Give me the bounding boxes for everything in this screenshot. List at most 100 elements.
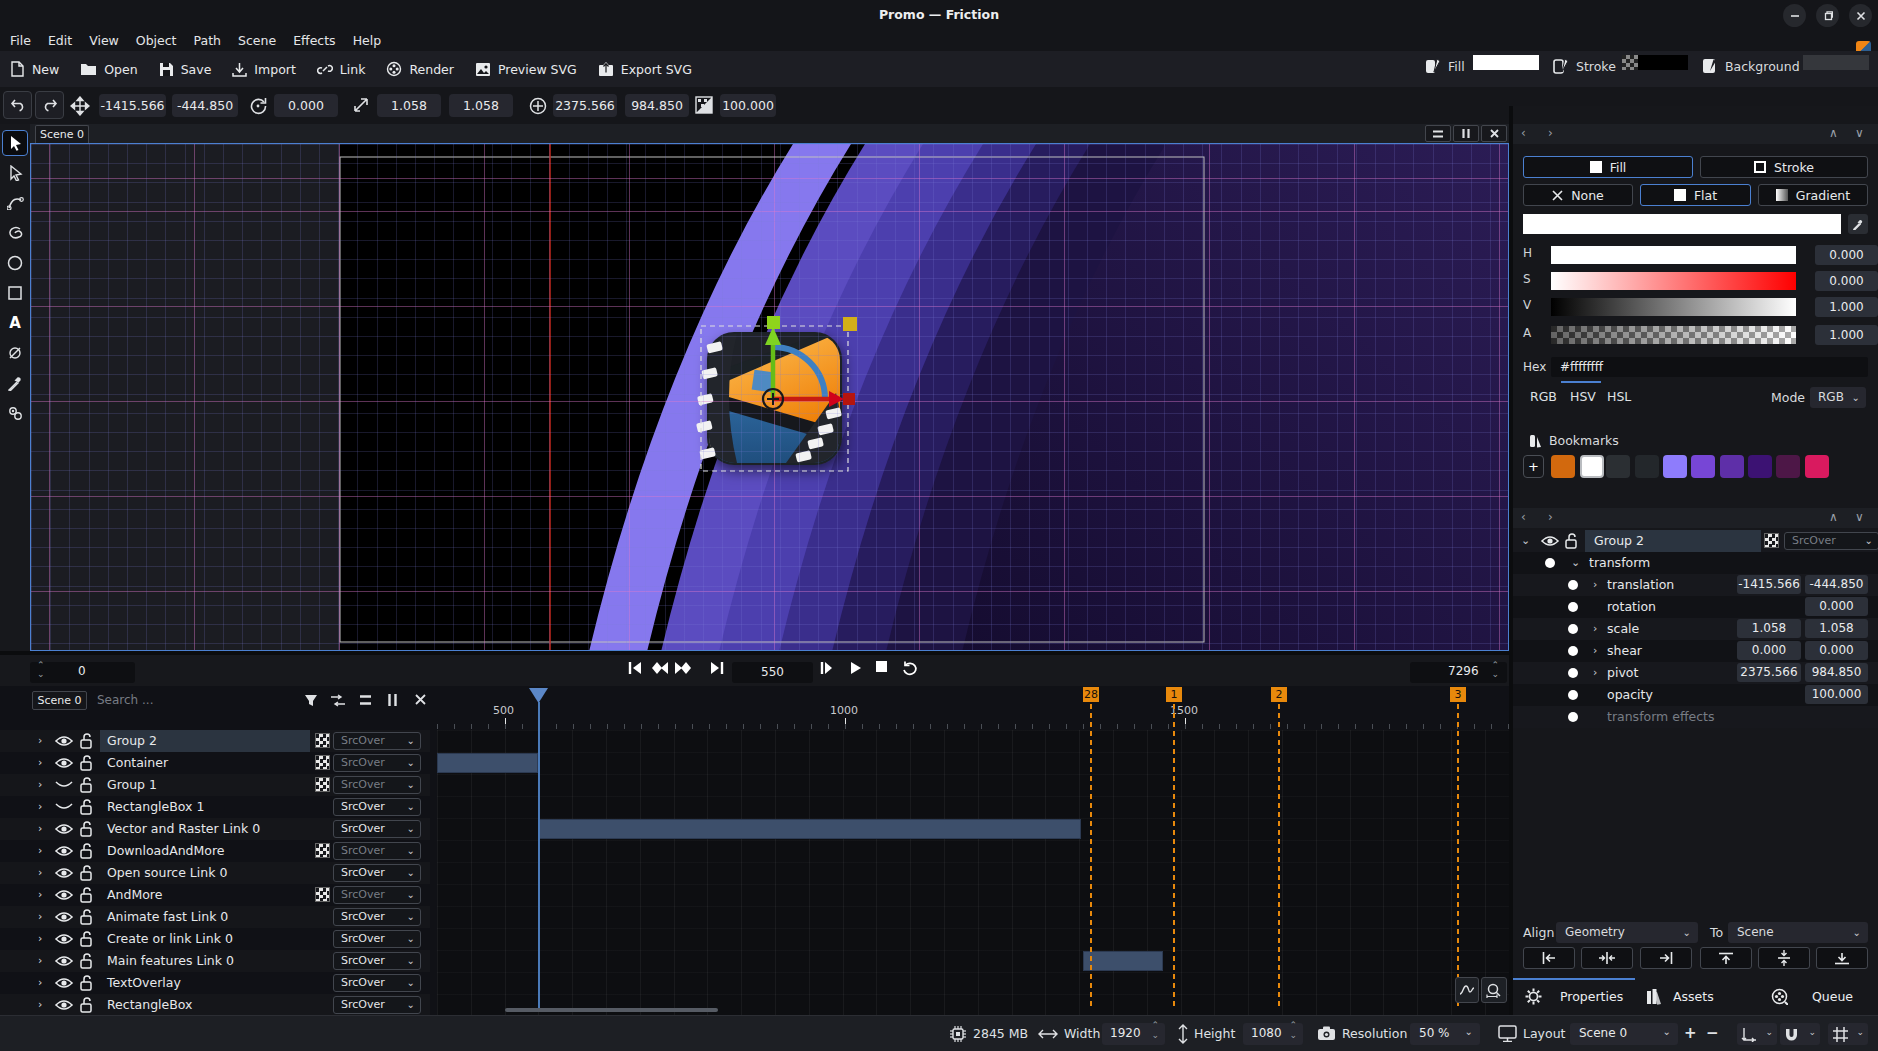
eye-open-icon[interactable]: [55, 756, 73, 770]
link-button[interactable]: Link: [317, 62, 366, 77]
fill-tab[interactable]: Fill: [1523, 156, 1693, 178]
fill-color-swatch[interactable]: [1473, 55, 1539, 70]
canvas-detach-button[interactable]: [1453, 125, 1479, 142]
timeline-search-input[interactable]: Search ...: [97, 693, 153, 707]
unlock-icon[interactable]: [80, 931, 93, 947]
dock-separator-vertical[interactable]: [1509, 106, 1513, 1015]
panel-back-icon[interactable]: ‹: [1521, 126, 1526, 140]
eye-open-icon[interactable]: [55, 866, 73, 880]
lasso-tool[interactable]: [2, 220, 28, 246]
expand-icon[interactable]: ›: [38, 778, 42, 791]
unlock-icon[interactable]: [80, 755, 93, 771]
tab-queue[interactable]: Queue: [1812, 989, 1853, 1004]
align-top-button[interactable]: [1700, 947, 1752, 969]
background-indicator[interactable]: Background: [1702, 58, 1800, 74]
unlock-icon[interactable]: [80, 843, 93, 859]
stop-button[interactable]: [876, 661, 887, 672]
align-vcenter-button[interactable]: [1758, 947, 1810, 969]
blend-dropdown[interactable]: SrcOver⌄: [333, 754, 421, 772]
expand-chevron-icon[interactable]: ⌄: [1521, 534, 1530, 547]
bookmark-color[interactable]: [1663, 455, 1687, 478]
eye-open-icon[interactable]: [55, 998, 73, 1012]
expand-icon[interactable]: ›: [38, 756, 42, 769]
unlock-icon[interactable]: [80, 865, 93, 881]
layer-row[interactable]: › Vector and Raster Link 0 SrcOver⌄: [0, 818, 430, 840]
bookmark-color[interactable]: [1805, 455, 1829, 478]
maximize-button[interactable]: [1816, 4, 1839, 27]
path-tool[interactable]: [2, 190, 28, 216]
playhead-handle[interactable]: [529, 688, 548, 703]
timeline-bar-main-features[interactable]: [1083, 951, 1163, 971]
tree-forward-icon[interactable]: ›: [1548, 510, 1553, 524]
current-frame-field[interactable]: 550: [732, 662, 813, 683]
bookmark-color[interactable]: [1720, 455, 1744, 478]
mode-hsl-tab[interactable]: HSL: [1607, 389, 1631, 404]
canvas-viewport[interactable]: [30, 143, 1509, 651]
timeline-marker[interactable]: 3: [1450, 687, 1466, 702]
value-slider[interactable]: [1551, 298, 1796, 316]
timeline-marker[interactable]: 28: [1083, 687, 1099, 702]
translate-x-field[interactable]: -1415.566: [99, 94, 166, 117]
eye-open-icon[interactable]: [55, 822, 73, 836]
menu-effects[interactable]: Effects: [293, 33, 336, 48]
layer-row[interactable]: › Open source Link 0 SrcOver⌄: [0, 862, 430, 884]
shear-y-value[interactable]: 0.000: [1805, 641, 1868, 660]
skip-to-start-button[interactable]: [628, 661, 642, 675]
blend-dropdown[interactable]: SrcOver⌄: [333, 732, 421, 750]
layer-row[interactable]: › Container SrcOver⌄: [0, 752, 430, 774]
save-button[interactable]: Save: [159, 62, 212, 77]
paint-gradient-button[interactable]: Gradient: [1758, 184, 1868, 206]
menu-object[interactable]: Object: [136, 33, 177, 48]
object-name-box[interactable]: Group 2: [1585, 530, 1761, 552]
saturation-value[interactable]: 0.000: [1815, 271, 1878, 291]
step-forward-button[interactable]: [820, 661, 833, 675]
eye-closed-icon[interactable]: [55, 803, 73, 812]
background-color-swatch[interactable]: [1803, 55, 1869, 70]
scale-x-field[interactable]: 1.058: [377, 94, 441, 117]
layer-row[interactable]: › Main features Link 0 SrcOver⌄: [0, 950, 430, 972]
bookmark-color[interactable]: [1580, 455, 1604, 478]
picker-tool[interactable]: [2, 370, 28, 396]
play-button[interactable]: [850, 661, 862, 675]
eye-open-icon[interactable]: [55, 910, 73, 924]
max-frame-spinner[interactable]: 7296 ⌃ ⌄: [1410, 662, 1507, 683]
align-dropdown[interactable]: Geometry⌄: [1556, 922, 1698, 943]
align-left-button[interactable]: [1523, 947, 1575, 969]
canvas-menu-button[interactable]: [1425, 125, 1451, 142]
hue-value[interactable]: 0.000: [1815, 245, 1878, 265]
select-tool[interactable]: [2, 130, 28, 156]
new-button[interactable]: New: [10, 61, 59, 77]
translation-y-value[interactable]: -444.850: [1805, 575, 1868, 594]
snap-button[interactable]: ⌄: [1780, 1023, 1820, 1045]
dock-separator-horizontal[interactable]: [0, 651, 1509, 655]
graph-editor-button[interactable]: [1455, 977, 1479, 1003]
alpha-slider[interactable]: [1551, 326, 1796, 344]
blend-dropdown[interactable]: SrcOver⌄: [333, 820, 421, 838]
unlock-icon[interactable]: [80, 821, 93, 837]
tree-pivot-row[interactable]: › pivot 2375.566 984.850: [1513, 662, 1878, 684]
unlock-icon[interactable]: [80, 909, 93, 925]
stroke-indicator[interactable]: Stroke: [1553, 58, 1616, 74]
layer-row[interactable]: › TextOverlay SrcOver⌄: [0, 972, 430, 994]
resolution-dropdown[interactable]: 50 % ⌄: [1410, 1023, 1480, 1045]
add-bookmark-button[interactable]: +: [1523, 455, 1544, 478]
filter-icon[interactable]: [304, 694, 318, 707]
eye-open-icon[interactable]: [55, 844, 73, 858]
tree-shear-row[interactable]: › shear 0.000 0.000: [1513, 640, 1878, 662]
blend-dropdown[interactable]: SrcOver⌄: [333, 996, 421, 1014]
unlock-icon[interactable]: [80, 887, 93, 903]
menu-edit[interactable]: Edit: [48, 33, 72, 48]
layout-scene-dropdown[interactable]: Scene 0 ⌄: [1570, 1023, 1678, 1045]
opacity-value[interactable]: 100.000: [1805, 685, 1868, 704]
layer-row[interactable]: › RectangleBox SrcOver⌄: [0, 994, 430, 1016]
align-to-dropdown[interactable]: Scene⌄: [1728, 922, 1868, 943]
tree-rotation-row[interactable]: rotation 0.000: [1513, 596, 1878, 618]
timeline-bar-vector[interactable]: [539, 819, 1081, 839]
bookmark-color[interactable]: [1551, 455, 1575, 478]
canvas-scene-tab[interactable]: Scene 0: [35, 125, 89, 143]
align-hcenter-button[interactable]: [1581, 947, 1633, 969]
menu-view[interactable]: View: [89, 33, 119, 48]
blend-dropdown[interactable]: SrcOver⌄: [333, 930, 421, 948]
width-field[interactable]: 1920 ⌃ ⌄: [1102, 1023, 1165, 1045]
axes-mode-button[interactable]: ⌄: [1737, 1023, 1777, 1045]
